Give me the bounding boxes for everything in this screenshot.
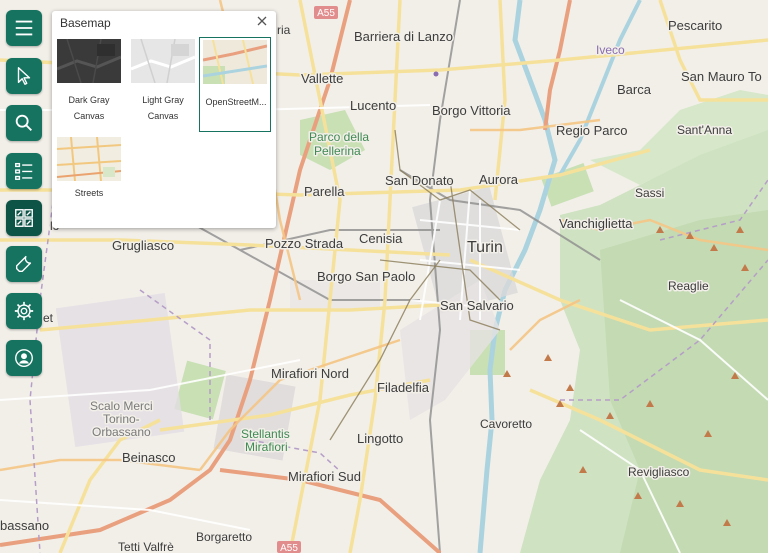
place-label: Pozzo Strada	[265, 236, 344, 251]
user-icon	[15, 349, 33, 367]
place-label: Pellerina	[314, 144, 361, 158]
basemap-item-light-gray[interactable]: Light Gray Canvas	[128, 37, 198, 129]
list-icon	[15, 162, 33, 180]
place-label: Revigliasco	[628, 465, 690, 479]
place-label: Barca	[617, 82, 652, 97]
select-button[interactable]	[6, 58, 42, 94]
place-label: Grugliasco	[112, 238, 174, 253]
place-label: Iveco	[596, 43, 625, 57]
basemap-thumbnail	[131, 39, 195, 83]
place-label: Vallette	[301, 71, 343, 86]
place-label: Lucento	[350, 98, 396, 113]
place-label: San Mauro To	[681, 69, 762, 84]
place-label: Pescarito	[668, 18, 722, 33]
place-label: bassano	[0, 518, 49, 533]
svg-text:A55: A55	[280, 543, 298, 553]
svg-text:A55: A55	[317, 8, 335, 19]
place-label: Borgaretto	[196, 530, 252, 544]
place-label: Beinasco	[122, 450, 175, 465]
place-label: San Donato	[385, 173, 454, 188]
basemap-item-openstreetmap[interactable]: OpenStreetM...	[199, 37, 271, 132]
place-label: Regio Parco	[556, 123, 628, 138]
basemap-gallery-button[interactable]	[6, 200, 42, 236]
place-label: Parella	[304, 184, 345, 199]
close-icon[interactable]	[256, 15, 268, 27]
search-icon	[15, 114, 32, 131]
place-label: Aurora	[479, 172, 519, 187]
hamburger-icon	[15, 20, 33, 36]
place-label: Vanchiglietta	[559, 216, 633, 231]
cursor-icon	[17, 67, 31, 85]
place-label: Mirafiori	[245, 440, 288, 454]
place-label: Barriera di Lanzo	[354, 29, 453, 44]
place-label: Parco della	[309, 130, 369, 144]
basemap-item-streets[interactable]: Streets	[54, 135, 124, 227]
search-button[interactable]	[6, 105, 42, 141]
highway-shield: A55	[277, 541, 301, 553]
place-label: Cenisia	[359, 231, 403, 246]
place-label: ria	[277, 23, 291, 37]
place-label: Torino-	[103, 412, 140, 426]
place-label: Sant'Anna	[677, 123, 732, 137]
place-label: Filadelfia	[377, 380, 430, 395]
place-label: Lingotto	[357, 431, 403, 446]
place-label: Cavoretto	[480, 417, 532, 431]
place-label: et	[43, 311, 54, 325]
place-label: Tetti Valfrè	[118, 540, 174, 553]
place-label: Stellantis	[241, 427, 290, 441]
basemap-label: OpenStreetM...	[205, 97, 267, 107]
basemap-label: Streets	[74, 188, 104, 198]
place-label: Borgo San Paolo	[317, 269, 415, 284]
highway-shield: A55	[314, 6, 338, 19]
basemap-panel: Basemap Dark Gray Canvas Light Gray Canvas…	[52, 11, 276, 228]
place-label: Mirafiori Nord	[271, 366, 349, 381]
basemap-thumbnail	[203, 40, 267, 84]
place-label-city: Turin	[467, 239, 503, 256]
basemap-label: Dark Gray Canvas	[68, 95, 110, 121]
place-label: San Salvario	[440, 298, 514, 313]
settings-button[interactable]	[6, 293, 42, 329]
place-label: Reaglie	[668, 279, 709, 293]
basemap-thumbnail	[57, 137, 121, 181]
account-button[interactable]	[6, 340, 42, 376]
place-label: Orbassano	[92, 425, 151, 439]
basemap-icon	[15, 209, 33, 227]
basemap-item-dark-gray[interactable]: Dark Gray Canvas	[54, 37, 124, 129]
layers-list-button[interactable]	[6, 153, 42, 189]
tools-button[interactable]	[6, 246, 42, 282]
menu-button[interactable]	[6, 10, 42, 46]
place-label: Sassi	[635, 186, 664, 200]
basemap-label: Light Gray Canvas	[142, 95, 184, 121]
place-label: Scalo Merci	[90, 399, 153, 413]
basemap-thumbnail	[57, 39, 121, 83]
panel-title: Basemap	[60, 16, 111, 30]
place-label: Mirafiori Sud	[288, 469, 361, 484]
place-label: Borgo Vittoria	[432, 103, 511, 118]
wrench-icon	[15, 255, 32, 273]
gear-icon	[14, 301, 34, 321]
